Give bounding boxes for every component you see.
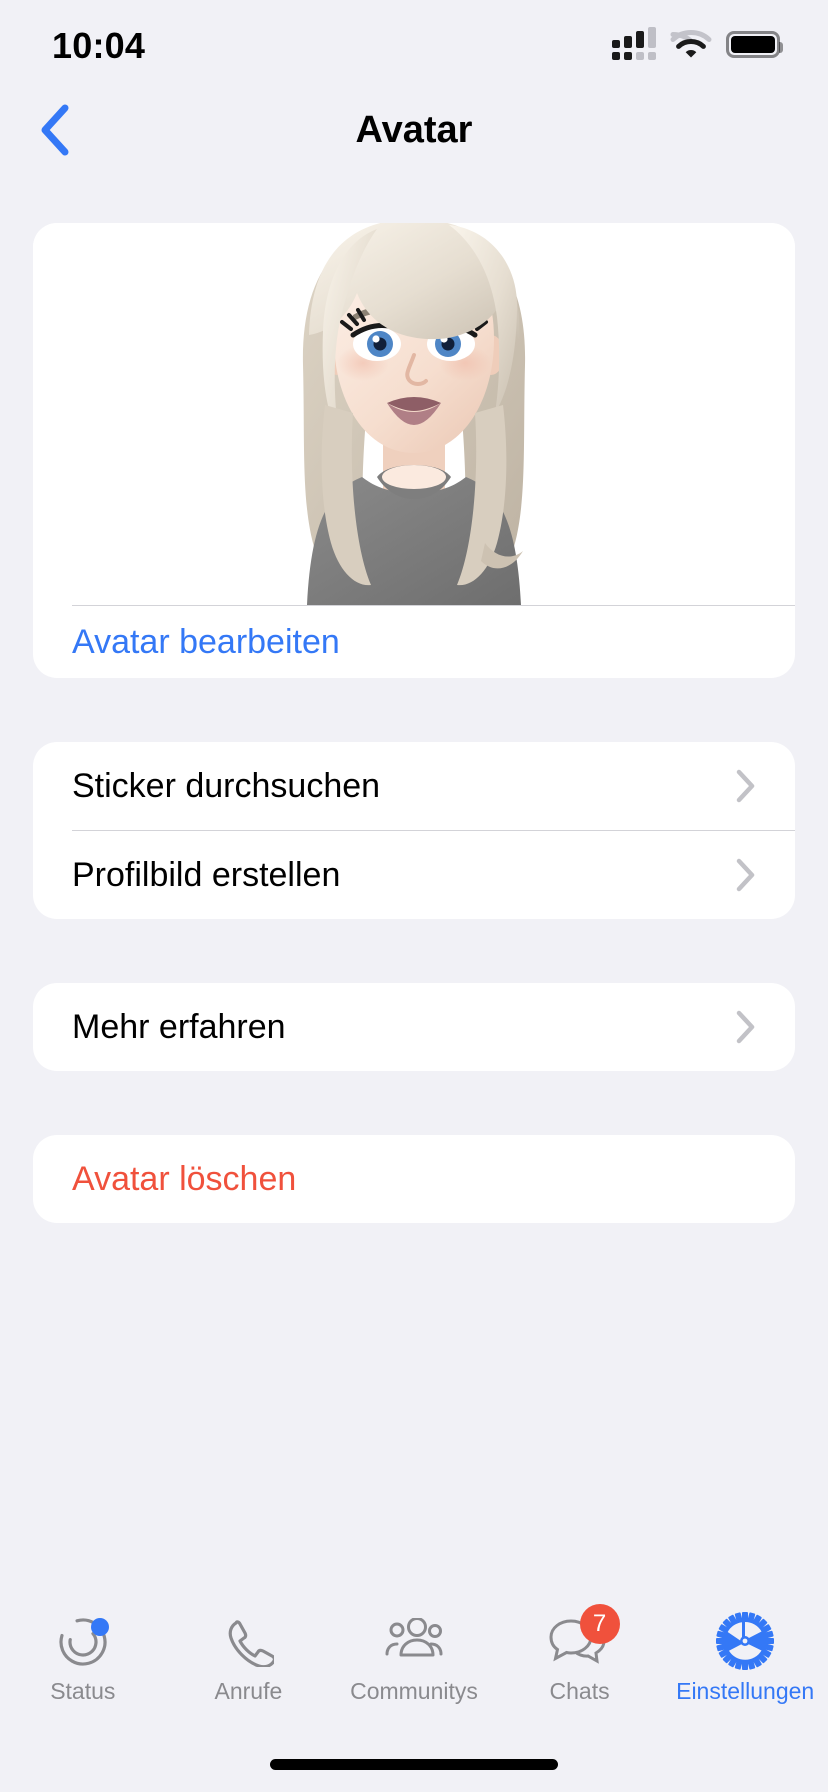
people-group-icon bbox=[378, 1612, 450, 1670]
status-bar-time: 10:04 bbox=[52, 25, 146, 66]
gear-icon bbox=[709, 1612, 781, 1670]
chevron-right-icon bbox=[736, 1010, 755, 1044]
status-badge-dot bbox=[90, 1618, 109, 1636]
edit-avatar-label: Avatar bearbeiten bbox=[72, 622, 340, 661]
tab-label: Communitys bbox=[350, 1678, 478, 1704]
tab-label: Chats bbox=[549, 1678, 610, 1704]
home-indicator bbox=[270, 1759, 558, 1770]
chats-unread-badge: 7 bbox=[579, 1604, 620, 1644]
status-rings-icon bbox=[47, 1612, 119, 1670]
phone-icon bbox=[212, 1612, 284, 1670]
battery-full-icon bbox=[726, 30, 783, 58]
row-label: Mehr erfahren bbox=[72, 1007, 286, 1046]
tab-communitys[interactable]: Communitys bbox=[331, 1612, 497, 1732]
avatar-preview[interactable] bbox=[33, 223, 795, 605]
tab-label: Einstellungen bbox=[676, 1678, 815, 1704]
tab-bar: Status Anrufe Communitys 7 Chats Einstel… bbox=[0, 1594, 828, 1792]
tab-label: Anrufe bbox=[214, 1678, 283, 1704]
edit-avatar-button[interactable]: Avatar bearbeiten bbox=[33, 606, 795, 678]
cellular-signal-icon bbox=[612, 27, 656, 60]
tab-chats[interactable]: 7 Chats bbox=[497, 1604, 663, 1732]
tab-anrufe[interactable]: Anrufe bbox=[166, 1612, 332, 1732]
row-label: Avatar löschen bbox=[72, 1159, 297, 1198]
row-profilbild-erstellen[interactable]: Profilbild erstellen bbox=[33, 831, 795, 919]
status-bar-indicators bbox=[612, 27, 783, 60]
navigation-bar: Avatar bbox=[0, 92, 828, 168]
row-label: Sticker durchsuchen bbox=[72, 766, 381, 805]
info-section: Mehr erfahren bbox=[33, 983, 795, 1071]
avatar-card: Avatar bearbeiten bbox=[33, 223, 795, 678]
row-mehr-erfahren[interactable]: Mehr erfahren bbox=[33, 983, 795, 1071]
tab-label: Status bbox=[50, 1678, 116, 1704]
avatar-illustration bbox=[302, 223, 526, 605]
page-title: Avatar bbox=[355, 108, 473, 151]
row-avatar-loeschen[interactable]: Avatar löschen bbox=[33, 1135, 795, 1223]
tab-status[interactable]: Status bbox=[0, 1612, 166, 1732]
status-bar: 10:04 bbox=[0, 0, 828, 92]
tab-einstellungen[interactable]: Einstellungen bbox=[662, 1612, 828, 1732]
row-label: Profilbild erstellen bbox=[72, 855, 341, 894]
chevron-right-icon bbox=[736, 858, 755, 892]
sticker-section: Sticker durchsuchen Profilbild erstellen bbox=[33, 742, 795, 919]
row-sticker-durchsuchen[interactable]: Sticker durchsuchen bbox=[33, 742, 795, 830]
app-screen: 10:04 Avatar Avatar bearbeiten Sticker d… bbox=[0, 0, 828, 1792]
destructive-section: Avatar löschen bbox=[33, 1135, 795, 1223]
chevron-right-icon bbox=[736, 769, 755, 803]
chat-bubbles-icon: 7 bbox=[544, 1604, 620, 1670]
wifi-icon bbox=[670, 29, 712, 58]
content-scroll-area: Avatar bearbeiten Sticker durchsuchen Pr… bbox=[0, 168, 828, 1223]
